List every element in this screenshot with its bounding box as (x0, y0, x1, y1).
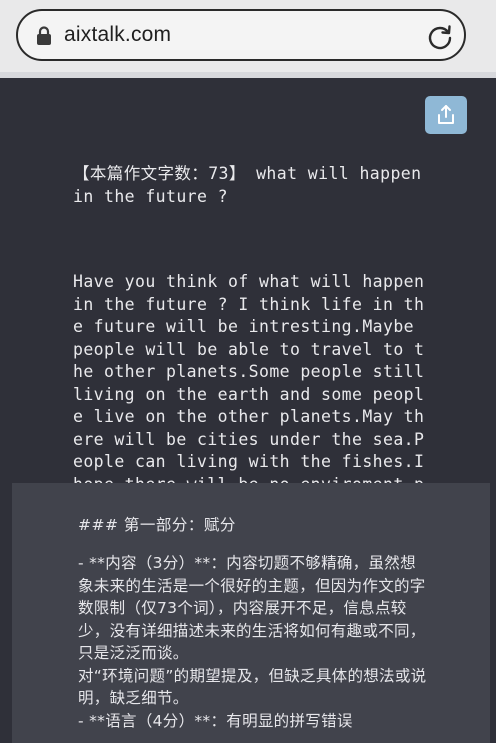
share-icon (438, 105, 454, 124)
feedback-panel: ### 第一部分：赋分 - **内容（3分）**：内容切题不够精确，虽然想象未来… (12, 483, 490, 743)
reload-icon[interactable] (426, 23, 454, 51)
essay-body: Have you think of what will happen in th… (73, 272, 425, 516)
feedback-content-item: - **内容（3分）**：内容切题不够精确，虽然想象未来的生活是一个很好的主题，… (78, 554, 426, 662)
feedback-language-item: - **语言（4分）**：有明显的拼写错误 (78, 711, 353, 730)
feedback-heading: ### 第一部分：赋分 (78, 516, 236, 534)
essay-title: 【本篇作文字数：73】 what will happen in the futu… (73, 164, 432, 206)
essay-text: 【本篇作文字数：73】 what will happen in the futu… (73, 118, 425, 541)
address-bar[interactable]: aixtalk.com (16, 9, 466, 61)
feedback-content-item-2: 对“环境问题”的期望提及，但缺乏具体的想法或说明，缺乏细节。 (78, 666, 427, 708)
share-button[interactable] (425, 96, 467, 134)
url-text: aixtalk.com (64, 23, 172, 46)
toolbar-divider (0, 72, 496, 78)
lock-icon (37, 26, 51, 45)
feedback-text: - **内容（3分）**：内容切题不够精确，虽然想象未来的生活是一个很好的主题，… (78, 552, 428, 732)
browser-toolbar: aixtalk.com (0, 0, 496, 74)
